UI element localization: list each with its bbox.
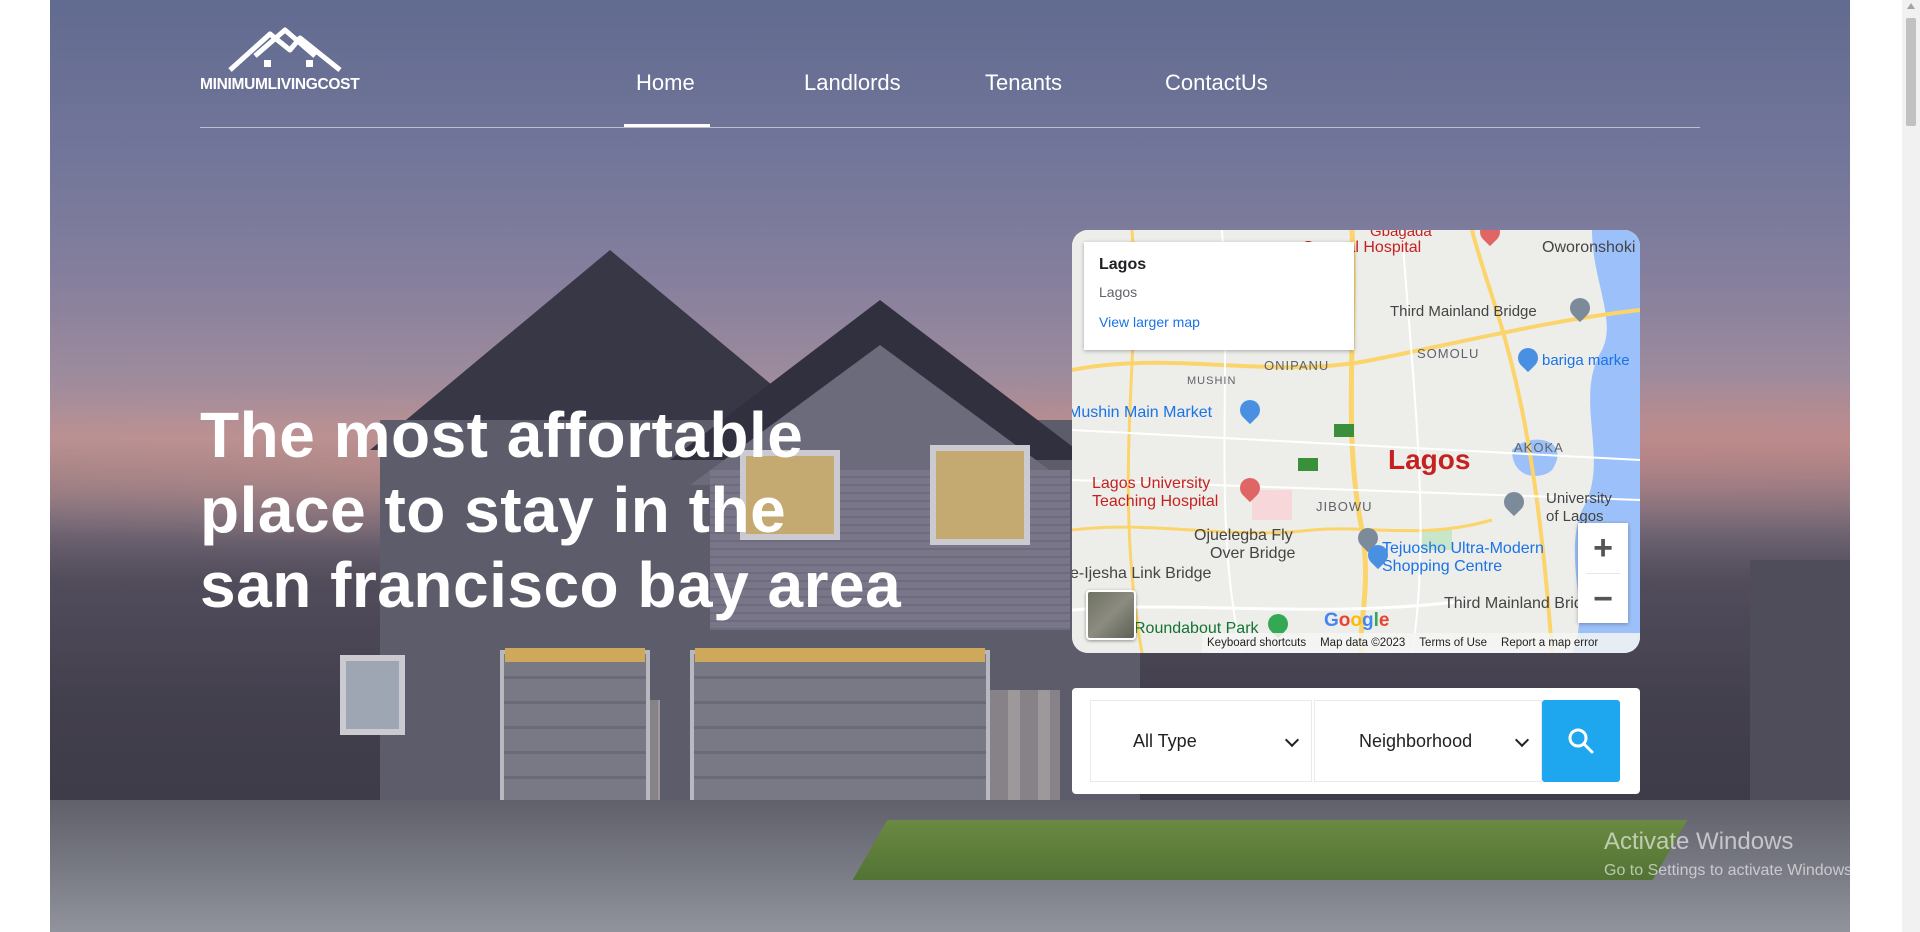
headline-line: place to stay in the [200,474,787,546]
map-label: MUSHIN [1187,375,1237,387]
view-larger-map-link[interactable]: View larger map [1099,314,1339,330]
property-search-form: All Type Neighborhood [1072,688,1640,794]
map-label: Mushin Main Market [1072,404,1213,421]
watermark-title: Activate Windows [1604,828,1794,855]
neighborhood-select[interactable]: Neighborhood [1314,700,1542,782]
type-select[interactable]: All Type [1090,700,1312,782]
map-label: e-Ijesha Link Bridge [1072,565,1212,582]
zoom-out-button[interactable]: − [1578,574,1628,624]
house-logo-icon [228,27,342,72]
map-info-card: Lagos Lagos View larger map [1084,242,1354,350]
hero-section: MINIMUMLIVINGCOST Home Landlords Tenants… [50,0,1850,932]
map-label: Shopping Centre [1382,558,1503,575]
map-label: Ojuelegba Fly [1194,527,1293,544]
windows-activation-watermark: Activate Windows Go to Settings to activ… [1604,828,1850,880]
hero-headline: The most affortable place to stay in the… [200,398,920,623]
page-scrollbar[interactable] [1902,0,1920,932]
header-divider [200,127,1700,128]
map-label: Teaching Hospital [1092,493,1219,510]
map-label: ONIPANU [1264,358,1330,373]
logo-text: MINIMUMLIVINGCOST [200,76,360,93]
map-label: SOMOLU [1417,346,1480,361]
zoom-in-button[interactable]: + [1578,523,1628,573]
watermark-subtitle: Go to Settings to activate Windows. [1604,862,1850,879]
report-error-link[interactable]: Report a map error [1501,637,1598,649]
terms-link[interactable]: Terms of Use [1419,637,1487,649]
map-label: Third Mainland Bridge [1390,303,1537,320]
chevron-down-icon [1284,732,1300,748]
type-select-value: All Type [1133,730,1197,751]
google-logo: Google [1324,610,1390,631]
nav-tenants[interactable]: Tenants [985,70,1062,96]
map-label: Tejuosho Ultra-Modern [1382,540,1544,557]
search-button[interactable] [1542,700,1620,782]
info-subtitle: Lagos [1099,284,1138,300]
map-attribution: Keyboard shortcuts Map data ©2023 Terms … [1202,633,1640,653]
map-label: JIBOWU [1316,499,1373,514]
scroll-up-icon[interactable] [1907,3,1915,9]
keyboard-shortcuts-link[interactable]: Keyboard shortcuts [1207,637,1306,649]
headline-line: san francisco bay area [200,549,902,621]
scrollbar-thumb[interactable] [1906,18,1916,126]
nav-contactus[interactable]: ContactUs [1165,70,1268,96]
map-label: University [1546,490,1612,507]
map-label: Over Bridge [1210,545,1296,562]
map-label: Lagos University [1092,475,1211,492]
satellite-toggle[interactable] [1086,590,1136,640]
neighborhood-select-value: Neighborhood [1359,730,1473,751]
nav-home[interactable]: Home [636,70,695,96]
chevron-down-icon [1514,732,1530,748]
map-data-text: Map data ©2023 [1320,637,1406,649]
headline-line: The most affortable [200,399,804,471]
map-city-label: Lagos [1388,444,1471,475]
info-title: Lagos [1099,256,1147,273]
site-logo[interactable]: MINIMUMLIVINGCOST [200,26,390,96]
map-embed[interactable]: Gbagada General Hospital Oworonshoki Thi… [1072,230,1640,653]
map-label: AKOKA [1514,440,1564,455]
map-label: Third Mainland Bridg [1444,595,1592,612]
search-icon [1568,728,1594,754]
nav-landlords[interactable]: Landlords [804,70,901,96]
map-label: bariga marke [1542,352,1630,369]
map-zoom-controls: + − [1578,523,1628,623]
map-label: Oworonshoki [1542,239,1636,256]
